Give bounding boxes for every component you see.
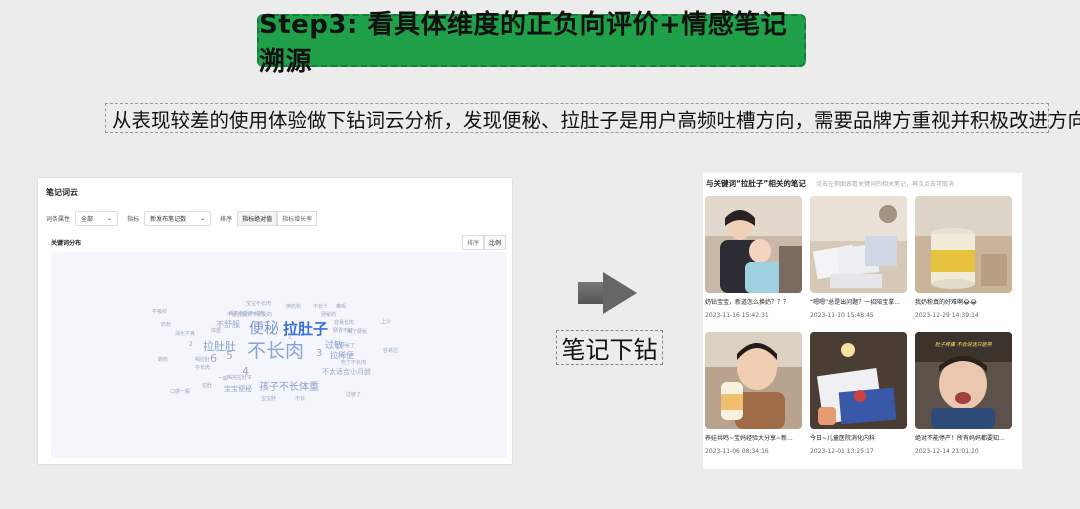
note-caption: 我奶粉真的好难啊😂😂 (915, 299, 978, 306)
cloud-word[interactable]: 过敏了 (346, 391, 361, 398)
note-caption: 今日~儿童医院消化内科 (810, 435, 876, 442)
note-date: 2023-11-10 15:48:45 (810, 312, 874, 319)
sort-growth-button[interactable]: 指标增长率 (277, 211, 318, 226)
cloud-word[interactable]: 口感一般 (170, 388, 190, 395)
note-card[interactable]: 肚子疼痛 不会说话只能哭 绝对不能停产！所有妈妈都要知... 2023-12-1… (915, 332, 1012, 455)
cloud-word[interactable]: 换奶粉 (286, 303, 301, 310)
note-image (810, 332, 907, 429)
note-card[interactable]: 奶钻宝宝，新道怎么换奶？？？ 2023-11-16 15:42:31 (705, 196, 802, 319)
view-sort-button[interactable]: 排序 (461, 235, 484, 250)
note-date: 2023-11-16 15:42:31 (705, 312, 769, 319)
overlay-text: 肚子疼痛 不会说话只能哭 (935, 342, 992, 348)
wordcloud-panel: 笔记词云 词条属性 全部 ⌄ 指标 新发布笔记数 ⌄ 排序 指标绝对值 指标增长率 … (38, 178, 512, 464)
subtitle: 从表现较差的使用体验做下钻词云分析，发现便秘、拉肚子是用户高频吐槽方向，需要品牌… (105, 103, 1080, 133)
drill-down-label: 笔记下钻 (556, 330, 663, 365)
word-cloud: 不长肉 便秘 拉肚子 拉肚肚 孩子不长体重 拉稀便 过敏 不舒服 宝宝便秘 不太… (51, 252, 507, 458)
arrow-body (578, 282, 604, 304)
cloud-word[interactable]: 上火 (381, 318, 391, 325)
chevron-down-icon: ⌄ (200, 215, 206, 222)
cloud-word[interactable]: 1 (288, 334, 292, 341)
cloud-word[interactable]: 便秘的 (321, 311, 336, 318)
note-image (705, 196, 802, 293)
cloud-word[interactable]: 便秘了 (340, 342, 355, 349)
cloud-word[interactable]: 喝了便秘 (347, 328, 367, 335)
cloud-word[interactable]: 奶粉 (161, 321, 171, 328)
note-caption: 养娃共鸣~宝妈经验大分享~新... (705, 435, 793, 442)
right-arrow-icon (603, 272, 637, 314)
cloud-word[interactable]: 2 (189, 341, 193, 348)
cloud-word[interactable]: 吃了不长肉 (341, 359, 366, 366)
notes-panel-hint: 点击左侧图表看关键词的相关笔记，再次点击可取消 (816, 181, 955, 188)
cloud-word[interactable]: 喝奶粉后不长肉 (229, 310, 264, 317)
note-caption: “嗯嗯”总是出问题？一招陪宝拿... (810, 299, 900, 306)
cloud-word[interactable]: 不吸收 (152, 308, 167, 315)
section-title: 关键词分布 (51, 240, 82, 247)
note-image (810, 196, 907, 293)
cloud-word[interactable]: 不长 (295, 395, 305, 402)
cloud-word[interactable]: 不太适合小月龄 (322, 367, 371, 377)
cloud-word[interactable]: 6 (210, 352, 217, 365)
cloud-word[interactable]: 宝宝胖 (261, 395, 276, 402)
note-caption: 绝对不能停产！所有妈妈都要知... (915, 435, 1005, 442)
cloud-word[interactable]: 3 (316, 348, 322, 359)
note-image (915, 196, 1012, 293)
filter-label: 词条属性 (46, 216, 71, 223)
panel-title: 笔记词云 (46, 188, 78, 197)
cloud-word[interactable]: 喝完拉肚子 (227, 374, 252, 381)
cloud-word[interactable]: 消化不良 (175, 330, 195, 337)
cloud-word[interactable]: 宝宝便秘 (224, 384, 252, 394)
note-card[interactable]: 今日~儿童医院消化内科 2023-12-01 13:25:17 (810, 332, 907, 455)
cloud-word[interactable]: 不长个 (313, 303, 328, 310)
cloud-word[interactable]: 便秘 (249, 317, 279, 338)
filter-row: 词条属性 全部 ⌄ 指标 新发布笔记数 ⌄ 排序 指标绝对值 指标增长率 (46, 211, 318, 226)
metric-label: 指标 (127, 216, 140, 223)
metric-select[interactable]: 新发布笔记数 ⌄ (144, 211, 212, 226)
cloud-word[interactable]: 容易拉 (383, 347, 398, 354)
cloud-word[interactable]: 难喝 (336, 303, 346, 310)
sort-absolute-button[interactable]: 指标绝对值 (237, 211, 278, 226)
filter-select[interactable]: 全部 ⌄ (75, 211, 119, 226)
cloud-word[interactable]: 不长肉 (195, 364, 210, 371)
note-image (705, 332, 802, 429)
notes-panel-title: 与关键词“拉肚子”相关的笔记 (706, 179, 806, 188)
note-image: 肚子疼痛 不会说话只能哭 (915, 332, 1012, 429)
cloud-word[interactable]: 喝拉肚 (195, 356, 210, 363)
note-date: 2023-12-29 14:39:14 (915, 312, 979, 319)
note-caption: 奶钻宝宝，新道怎么换奶？？？ (705, 299, 790, 306)
note-card[interactable]: 养娃共鸣~宝妈经验大分享~新... 2023-11-06 08:34:16 (705, 332, 802, 455)
cloud-word[interactable]: 拉肚 (202, 382, 212, 389)
note-card[interactable]: 我奶粉真的好难啊😂😂 2023-12-29 14:39:14 (915, 196, 1012, 319)
sort-label: 排序 (220, 216, 233, 223)
note-card[interactable]: “嗯嗯”总是出问题？一招陪宝拿... 2023-11-10 15:48:45 (810, 196, 907, 319)
cloud-word[interactable]: 5 (226, 349, 233, 362)
notes-panel: 与关键词“拉肚子”相关的笔记 点击左侧图表看关键词的相关笔记，再次点击可取消 奶… (703, 173, 1022, 469)
note-date: 2023-11-06 08:34:16 (705, 448, 769, 455)
cloud-word[interactable]: 孩子不长体重 (259, 378, 319, 393)
cloud-word[interactable]: 体重 (211, 327, 221, 334)
cloud-word[interactable]: 宝宝不长肉 (246, 300, 271, 307)
chevron-down-icon: ⌄ (107, 215, 113, 222)
view-ratio-button[interactable]: 比例 (483, 235, 506, 250)
step-title: Step3: 看具体维度的正负向评价+情感笔记溯源 (257, 10, 806, 77)
view-toggle: 排序 比例 (461, 235, 506, 250)
cloud-word[interactable]: 转奶 (158, 356, 168, 363)
cloud-word[interactable]: 容易长肉 (334, 319, 354, 326)
cloud-word[interactable]: 一般 (218, 375, 228, 382)
cloud-word[interactable]: 不长肉 (247, 336, 304, 363)
note-date: 2023-12-14 21:01:20 (915, 448, 979, 455)
note-date: 2023-12-01 13:25:17 (810, 448, 874, 455)
